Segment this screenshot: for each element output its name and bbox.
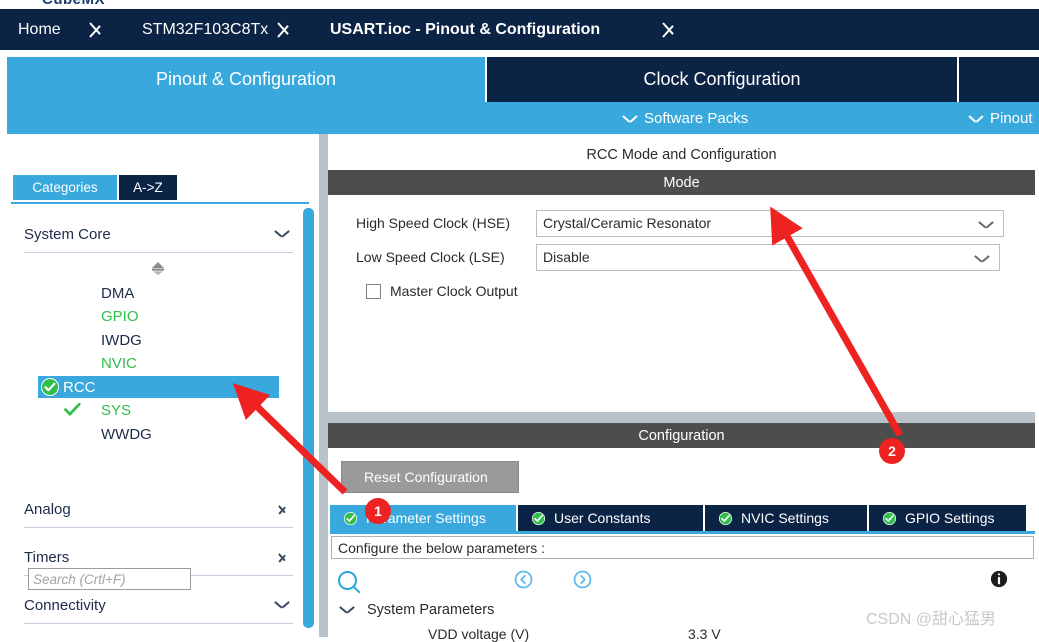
check-circle-icon bbox=[882, 511, 897, 525]
parameter-search-input[interactable]: Search (Crtl+F) bbox=[28, 568, 191, 590]
annotation-badge-1: 1 bbox=[365, 498, 391, 524]
tree-item-nvic[interactable]: NVIC bbox=[38, 352, 279, 374]
reset-configuration-button[interactable]: Reset Configuration bbox=[341, 461, 519, 493]
configure-hint: Configure the below parameters : bbox=[331, 536, 1034, 559]
master-clock-output-checkbox[interactable]: Master Clock Output bbox=[366, 283, 518, 299]
chevron-down-icon bbox=[969, 114, 983, 123]
tab-parameter-settings[interactable]: Parameter Settings bbox=[330, 505, 516, 531]
search-next-button[interactable] bbox=[573, 570, 592, 589]
software-packs-label: Software Packs bbox=[644, 109, 749, 127]
hse-dropdown-value: Crystal/Ceramic Resonator bbox=[543, 215, 712, 231]
chevron-down-icon bbox=[979, 221, 993, 229]
tree-item-label: SYS bbox=[101, 401, 132, 419]
lse-dropdown[interactable]: Disable bbox=[536, 244, 1000, 271]
group-system-core[interactable]: System Core bbox=[24, 216, 293, 253]
checkbox-box-icon bbox=[366, 283, 381, 299]
info-icon[interactable] bbox=[990, 570, 1008, 588]
panel-separator bbox=[328, 412, 1035, 423]
group-analog[interactable]: Analog bbox=[24, 491, 293, 528]
page-title: RCC Mode and Configuration bbox=[586, 147, 777, 163]
chevron-down-icon bbox=[623, 114, 637, 123]
tree-item-label: IWDG bbox=[101, 331, 142, 349]
configuration-section-header: Configuration bbox=[328, 423, 1035, 448]
tree-item-wwdg[interactable]: WWDG bbox=[38, 423, 279, 445]
check-circle-icon bbox=[718, 511, 733, 525]
breadcrumb-item-home[interactable]: Home bbox=[18, 9, 61, 50]
group-analog-label: Analog bbox=[24, 500, 71, 518]
mode-section-header: Mode bbox=[328, 170, 1035, 195]
param-row-vdd-voltage-value[interactable]: 3.3 V bbox=[688, 626, 721, 642]
search-icon bbox=[338, 571, 357, 590]
tab-clock-configuration[interactable]: Clock Configuration bbox=[487, 57, 957, 102]
tree-item-label: DMA bbox=[101, 284, 135, 302]
group-connectivity-label: Connectivity bbox=[24, 596, 106, 614]
lse-dropdown-value: Disable bbox=[543, 249, 590, 265]
app-logo-text: CubeMX bbox=[42, 0, 105, 8]
tab-user-constants[interactable]: User Constants bbox=[518, 505, 703, 531]
check-icon bbox=[64, 402, 81, 416]
chevron-down-icon bbox=[275, 601, 289, 610]
tree-item-sys[interactable]: SYS bbox=[38, 399, 279, 421]
param-group-system-parameters[interactable]: System Parameters bbox=[340, 602, 494, 618]
breadcrumb-chevron-icon bbox=[88, 18, 110, 41]
tab-user-constants-label: User Constants bbox=[554, 510, 651, 526]
watermark: CSDN @甜心猛男 bbox=[866, 611, 997, 628]
chevron-down-icon bbox=[975, 255, 989, 263]
pinout-menu[interactable]: Pinout bbox=[969, 102, 1033, 134]
pinout-label: Pinout bbox=[990, 109, 1033, 127]
breadcrumb-item-device[interactable]: STM32F103C8Tx bbox=[142, 9, 268, 50]
breadcrumb-chevron-icon bbox=[276, 18, 298, 41]
group-system-core-label: System Core bbox=[24, 225, 111, 243]
breadcrumb: Home STM32F103C8Tx USART.ioc - Pinout & … bbox=[0, 9, 1039, 50]
tree-item-iwdg[interactable]: IWDG bbox=[38, 329, 279, 351]
configuration-tab-underline bbox=[330, 531, 1035, 534]
sub-tool-bar: Software Packs Pinout bbox=[7, 102, 1039, 134]
tab-categories[interactable]: Categories bbox=[13, 175, 117, 200]
check-circle-icon bbox=[531, 511, 546, 525]
tab-a-to-z[interactable]: A->Z bbox=[119, 175, 177, 200]
sidebar-search-row bbox=[0, 138, 321, 306]
search-previous-button[interactable] bbox=[514, 570, 533, 589]
tab-nvic-settings[interactable]: NVIC Settings bbox=[705, 505, 867, 531]
configured-check-icon bbox=[41, 378, 59, 396]
master-clock-output-label: Master Clock Output bbox=[390, 283, 518, 299]
param-row-vdd-voltage-label: VDD voltage (V) bbox=[428, 626, 530, 642]
tree-item-dma[interactable]: DMA bbox=[38, 282, 279, 304]
group-connectivity[interactable]: Connectivity bbox=[24, 587, 293, 624]
tab-nvic-settings-label: NVIC Settings bbox=[741, 510, 829, 526]
breadcrumb-chevron-icon bbox=[661, 18, 683, 41]
tab-gpio-settings[interactable]: GPIO Settings bbox=[869, 505, 1026, 531]
group-timers-label: Timers bbox=[24, 548, 70, 566]
sidebar-scrollbar-thumb[interactable] bbox=[303, 208, 314, 628]
panel-divider[interactable] bbox=[319, 134, 328, 637]
tab-gpio-settings-label: GPIO Settings bbox=[905, 510, 995, 526]
main-tab-bar: Pinout & Configuration Clock Configurati… bbox=[0, 50, 1039, 102]
chevron-down-icon bbox=[340, 606, 354, 615]
breadcrumb-item-project[interactable]: USART.ioc - Pinout & Configuration bbox=[330, 9, 600, 50]
chevron-right-icon bbox=[278, 502, 287, 516]
tree-item-label: GPIO bbox=[101, 307, 139, 325]
tree-item-label: RCC bbox=[63, 378, 96, 396]
lse-label: Low Speed Clock (LSE) bbox=[356, 249, 505, 265]
check-circle-icon bbox=[343, 511, 358, 525]
app-logo-strip: CubeMX bbox=[0, 0, 1039, 9]
tree-item-rcc[interactable]: RCC bbox=[38, 376, 279, 398]
hse-label: High Speed Clock (HSE) bbox=[356, 215, 511, 231]
tab-pinout-configuration[interactable]: Pinout & Configuration bbox=[7, 57, 485, 102]
scroll-up-indicator-icon[interactable] bbox=[150, 262, 166, 275]
tree-item-label: NVIC bbox=[101, 354, 137, 372]
param-group-label: System Parameters bbox=[367, 602, 495, 618]
chevron-down-icon bbox=[275, 230, 289, 239]
software-packs-menu[interactable]: Software Packs bbox=[623, 102, 748, 134]
tab-overflow[interactable] bbox=[959, 57, 1039, 102]
annotation-badge-2: 2 bbox=[879, 438, 905, 464]
chevron-right-icon bbox=[278, 550, 287, 564]
parameter-search-row bbox=[331, 563, 1034, 595]
tree-item-gpio[interactable]: GPIO bbox=[38, 305, 279, 327]
hse-dropdown[interactable]: Crystal/Ceramic Resonator bbox=[536, 210, 1004, 237]
tree-item-label: WWDG bbox=[101, 425, 152, 443]
